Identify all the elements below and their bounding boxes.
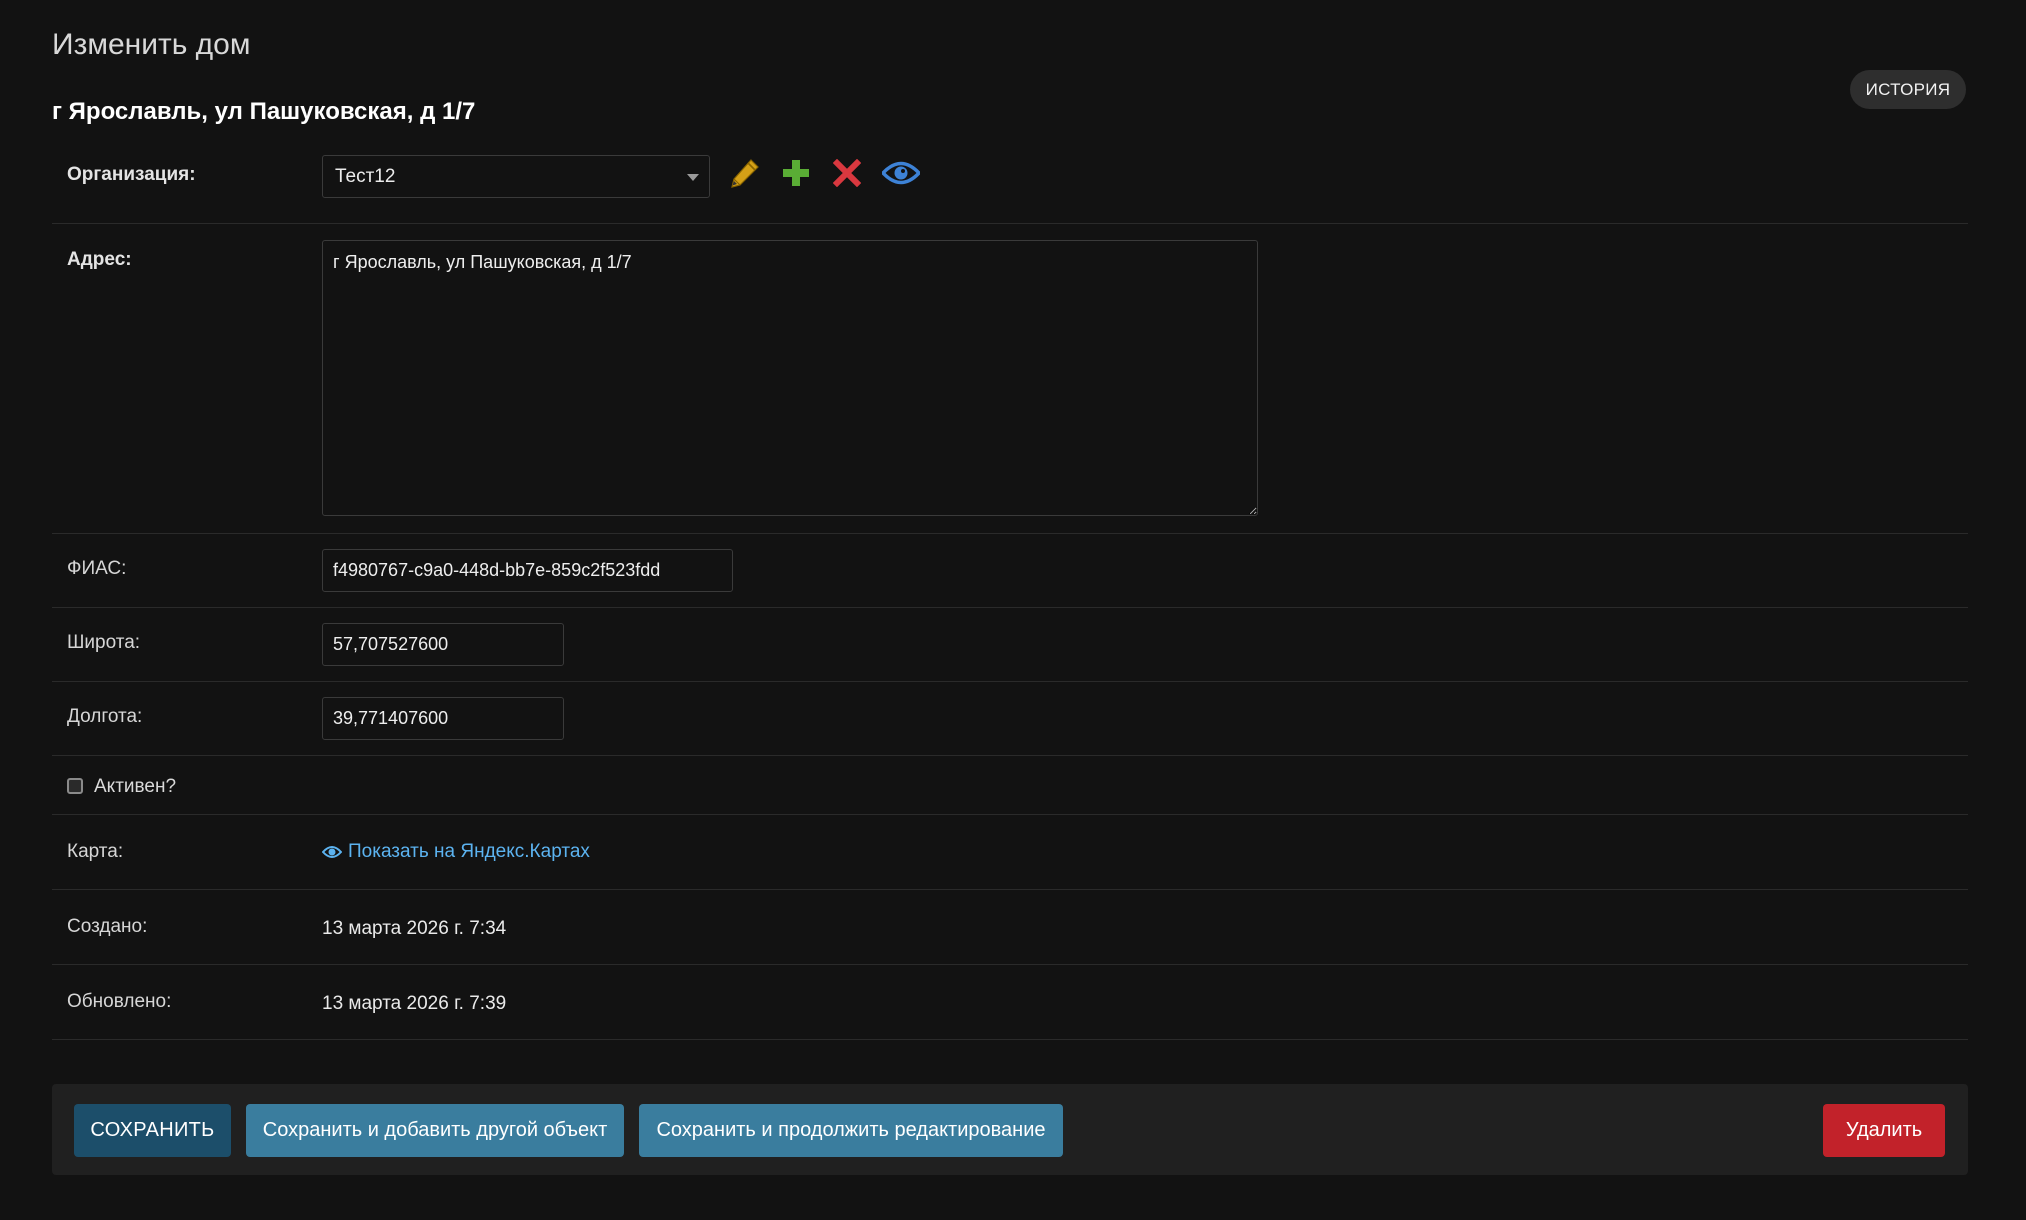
yandex-map-link[interactable]: Показать на Яндекс.Картах xyxy=(322,841,590,863)
latitude-label: Широта: xyxy=(67,632,141,653)
created-value: 13 марта 2026 г. 7:34 xyxy=(322,918,507,939)
yandex-map-link-text: Показать на Яндекс.Картах xyxy=(348,841,590,862)
organization-label: Организация: xyxy=(67,164,196,185)
organization-select-value: Тест12 xyxy=(335,165,396,187)
edit-icon[interactable] xyxy=(728,156,762,190)
latitude-row: Широта: xyxy=(52,608,1968,682)
change-form-page: Изменить дом ИСТОРИЯ г Ярославль, ул Паш… xyxy=(0,0,2026,1220)
active-row: Активен? xyxy=(52,756,1968,815)
save-button[interactable]: СОХРАНИТЬ xyxy=(74,1104,231,1157)
updated-value: 13 марта 2026 г. 7:39 xyxy=(322,993,507,1014)
updated-label: Обновлено: xyxy=(67,991,172,1012)
organization-row: Организация: Тест12 xyxy=(52,148,1968,224)
longitude-row: Долгота: xyxy=(52,682,1968,756)
map-row: Карта: Показать на Яндекс.Картах xyxy=(52,815,1968,890)
delete-button[interactable]: Удалить xyxy=(1823,1104,1945,1157)
save-and-add-another-button[interactable]: Сохранить и добавить другой объект xyxy=(246,1104,624,1157)
fias-input[interactable] xyxy=(322,549,733,592)
updated-row: Обновлено: 13 марта 2026 г. 7:39 xyxy=(52,965,1968,1040)
organization-related-actions xyxy=(728,156,921,190)
view-icon[interactable] xyxy=(881,156,921,190)
address-label: Адрес: xyxy=(67,249,132,270)
active-checkbox[interactable] xyxy=(67,778,83,794)
latitude-input[interactable] xyxy=(322,623,564,666)
address-textarea[interactable]: г Ярославль, ул Пашуковская, д 1/7 xyxy=(322,240,1258,516)
fias-label: ФИАС: xyxy=(67,558,127,579)
address-row: Адрес: г Ярославль, ул Пашуковская, д 1/… xyxy=(52,224,1968,534)
active-label: Активен? xyxy=(94,776,177,797)
submit-row: СОХРАНИТЬ Сохранить и добавить другой об… xyxy=(52,1084,1968,1175)
save-and-continue-button[interactable]: Сохранить и продолжить редактирование xyxy=(639,1104,1063,1157)
history-button[interactable]: ИСТОРИЯ xyxy=(1850,70,1966,109)
longitude-label: Долгота: xyxy=(67,706,143,727)
house-form: Организация: Тест12 Адрес: г Ярославль, … xyxy=(52,148,1968,1040)
object-title: г Ярославль, ул Пашуковская, д 1/7 xyxy=(52,98,476,125)
delete-icon[interactable] xyxy=(830,156,864,190)
chevron-down-icon xyxy=(687,174,699,181)
map-label: Карта: xyxy=(67,841,124,862)
longitude-input[interactable] xyxy=(322,697,564,740)
add-icon[interactable] xyxy=(779,156,813,190)
fias-row: ФИАС: xyxy=(52,534,1968,608)
eye-icon xyxy=(322,846,342,858)
created-label: Создано: xyxy=(67,916,148,937)
page-title: Изменить дом xyxy=(52,28,251,61)
created-row: Создано: 13 марта 2026 г. 7:34 xyxy=(52,890,1968,965)
organization-select[interactable]: Тест12 xyxy=(322,155,710,198)
